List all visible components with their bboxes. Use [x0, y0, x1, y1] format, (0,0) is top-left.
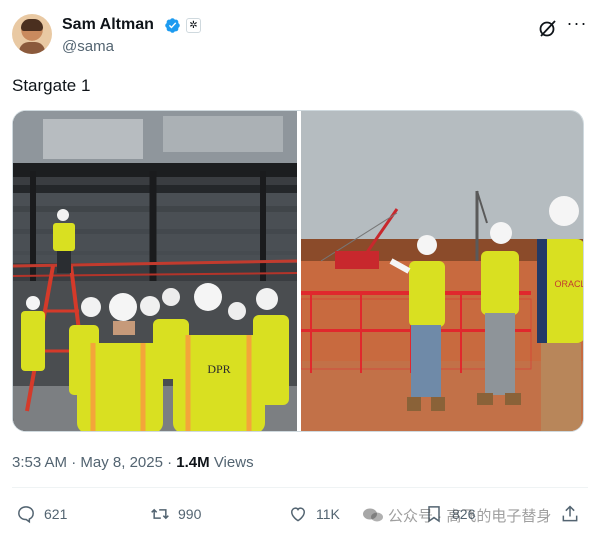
- divider: [12, 487, 588, 488]
- meta-separator: ·: [71, 454, 77, 471]
- construction-site-exterior-photo[interactable]: ORACLE: [300, 111, 584, 432]
- reply-icon: [18, 506, 34, 524]
- heart-icon: [290, 507, 306, 522]
- repost-count: 990: [178, 506, 202, 522]
- like-button[interactable]: 11K: [288, 500, 340, 528]
- tweet-time[interactable]: 3:53 AM: [12, 454, 67, 471]
- author-handle[interactable]: @sama: [62, 38, 114, 55]
- reply-count: 621: [44, 506, 68, 522]
- media-grid: DPR ORAC: [13, 111, 584, 432]
- bookmark-icon: [428, 506, 440, 523]
- grok-icon[interactable]: [538, 18, 558, 38]
- tweet-header: Sam Altman ✲ @sama ···: [12, 14, 588, 60]
- verified-badge-icon[interactable]: [164, 17, 181, 34]
- bookmark-count: 826: [452, 506, 476, 522]
- more-options-icon[interactable]: ···: [566, 14, 588, 36]
- tweet-text: Stargate 1: [12, 76, 91, 95]
- action-bar: 621 990 11K 826: [12, 500, 588, 528]
- like-count: 11K: [316, 506, 340, 522]
- vest-text-left: DPR: [207, 362, 230, 376]
- construction-site-interior-photo[interactable]: DPR: [13, 111, 298, 432]
- tweet-date[interactable]: May 8, 2025: [80, 454, 163, 471]
- views-label: Views: [213, 454, 254, 471]
- avatar-hair: [21, 19, 43, 31]
- avatar-shirt: [19, 42, 45, 54]
- share-button[interactable]: [560, 500, 588, 528]
- meta-separator: ·: [167, 454, 173, 471]
- repost-button[interactable]: 990: [150, 500, 201, 528]
- tweet-media[interactable]: DPR ORAC: [12, 110, 584, 432]
- views-count: 1.4M: [176, 454, 210, 471]
- vest-text-right: ORACLE: [554, 279, 584, 289]
- share-icon: [562, 505, 578, 522]
- avatar[interactable]: [12, 14, 52, 54]
- bookmark-button[interactable]: 826: [424, 500, 475, 528]
- repost-icon: [151, 508, 169, 520]
- tweet-meta: 3:53 AM · May 8, 2025 · 1.4M Views: [12, 454, 254, 471]
- openai-logo-icon[interactable]: ✲: [186, 18, 201, 33]
- reply-button[interactable]: 621: [16, 500, 67, 528]
- author-name[interactable]: Sam Altman: [62, 16, 154, 34]
